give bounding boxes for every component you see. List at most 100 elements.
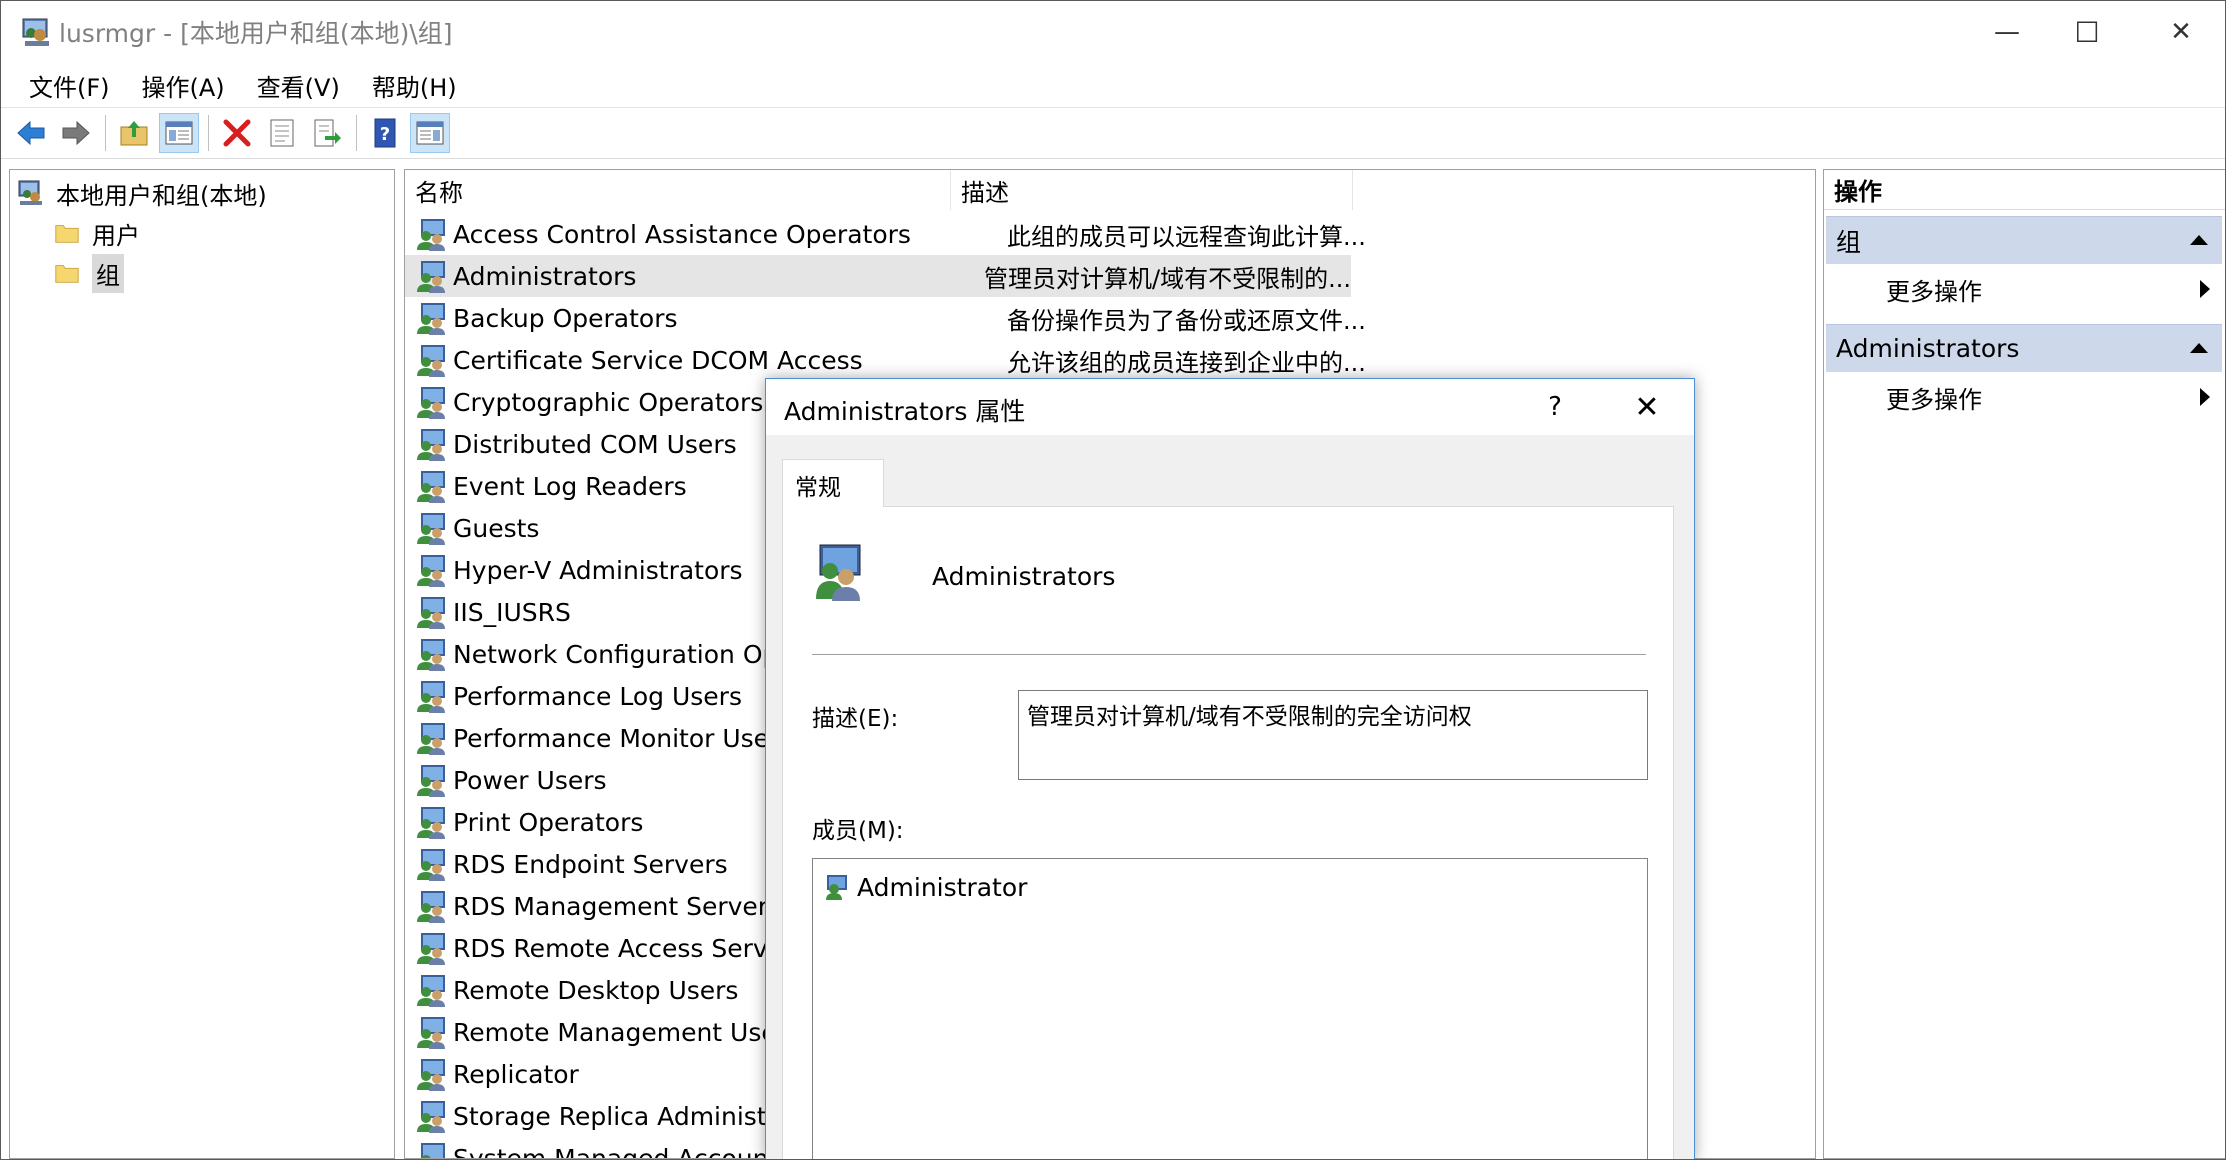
help-icon: ? xyxy=(374,118,396,148)
group-icon xyxy=(417,891,445,923)
back-button[interactable] xyxy=(11,113,51,153)
toolbar-separator xyxy=(105,115,106,151)
group-icon xyxy=(417,765,445,797)
description-label: 描述(E): xyxy=(812,706,899,732)
up-level-button[interactable] xyxy=(114,113,154,153)
collapse-arrow-icon[interactable] xyxy=(2190,343,2208,353)
up-folder-icon xyxy=(120,121,148,146)
export-list-icon xyxy=(314,119,341,147)
toolbar-separator xyxy=(208,115,209,151)
submenu-arrow-icon xyxy=(2200,280,2210,298)
tree-root-label: 本地用户和组(本地) xyxy=(56,181,267,210)
column-header-name[interactable]: 名称 xyxy=(405,170,951,210)
folder-icon xyxy=(52,218,82,248)
group-icon xyxy=(417,555,445,587)
delete-icon xyxy=(223,119,251,147)
group-name-cell: Backup Operators xyxy=(453,303,678,333)
properties-button[interactable] xyxy=(262,113,302,153)
group-row[interactable]: Administrators 管理员对计算机/域有不受限制的... xyxy=(405,255,1351,297)
tree-root[interactable]: 本地用户和组(本地) xyxy=(16,173,267,213)
group-icon xyxy=(417,345,445,377)
window-title: lusrmgr - [本地用户和组(本地)\组] xyxy=(59,19,453,48)
minimize-button[interactable]: — xyxy=(1961,1,2053,63)
more-actions-label: 更多操作 xyxy=(1886,385,1982,414)
group-icon xyxy=(417,429,445,461)
more-actions-administrators[interactable]: 更多操作 xyxy=(1824,374,2225,420)
dialog-close-button[interactable]: ✕ xyxy=(1622,387,1672,427)
member-item[interactable]: Administrator xyxy=(823,869,1027,905)
export-list-button[interactable] xyxy=(307,113,347,153)
tree-pane: 本地用户和组(本地) 用户 组 xyxy=(9,169,395,1159)
group-description-cell: 允许该组的成员连接到企业中的... xyxy=(1007,348,1366,377)
group-icon xyxy=(417,681,445,713)
column-header-description[interactable]: 描述 xyxy=(951,170,1353,210)
group-icon xyxy=(417,975,445,1007)
group-icon xyxy=(417,219,445,251)
collapse-arrow-icon[interactable] xyxy=(2190,235,2208,245)
maximize-button[interactable]: ☐ xyxy=(2041,1,2133,63)
menu-help[interactable]: 帮助(H) xyxy=(356,68,473,103)
menu-view[interactable]: 查看(V) xyxy=(241,68,356,103)
forward-arrow-icon xyxy=(62,120,90,146)
close-button[interactable]: ✕ xyxy=(2135,1,2225,63)
mmc-window: lusrmgr - [本地用户和组(本地)\组] — ☐ ✕ 文件(F) 操作(… xyxy=(0,0,2226,1160)
members-list[interactable]: Administrator xyxy=(812,858,1648,1159)
actions-section-label: 组 xyxy=(1836,227,1862,257)
show-hide-action-pane-icon xyxy=(416,121,444,145)
group-description-cell: 管理员对计算机/域有不受限制的... xyxy=(984,264,1351,293)
toolbar: ? xyxy=(1,107,2225,159)
more-actions-label: 更多操作 xyxy=(1886,277,1982,306)
group-name-cell: Administrators xyxy=(453,261,637,291)
toolbar-separator xyxy=(356,115,357,151)
folder-icon xyxy=(52,258,82,288)
tree-item-users[interactable]: 用户 xyxy=(52,213,140,253)
more-actions-groups[interactable]: 更多操作 xyxy=(1824,266,2225,312)
svg-text:?: ? xyxy=(380,124,390,145)
delete-button[interactable] xyxy=(217,113,257,153)
group-icon xyxy=(816,544,861,601)
group-icon xyxy=(421,1143,445,1158)
group-icon xyxy=(417,1017,445,1049)
group-icon xyxy=(417,849,445,881)
group-icon xyxy=(417,387,445,419)
description-field[interactable]: 管理员对计算机/域有不受限制的完全访问权 xyxy=(1018,690,1648,780)
back-arrow-icon xyxy=(17,120,45,146)
group-icon xyxy=(417,933,445,965)
group-name: Administrators xyxy=(932,562,1116,591)
show-hide-tree-icon xyxy=(165,121,193,145)
group-icon xyxy=(417,1059,445,1091)
menu-action[interactable]: 操作(A) xyxy=(126,68,241,103)
dialog-help-button[interactable]: ? xyxy=(1530,387,1580,427)
user-icon xyxy=(826,875,847,900)
dialog-title: Administrators 属性 xyxy=(784,397,1026,426)
tree-item-groups[interactable]: 组 xyxy=(52,253,124,293)
actions-title: 操作 xyxy=(1824,170,2225,210)
actions-section-administrators[interactable]: Administrators xyxy=(1826,324,2222,372)
member-name: Administrator xyxy=(857,872,1028,902)
group-row[interactable]: Backup Operators 备份操作员为了备份或还原文件... xyxy=(405,297,1366,339)
menu-file[interactable]: 文件(F) xyxy=(13,68,126,103)
group-icon xyxy=(417,597,445,629)
group-icon xyxy=(417,471,445,503)
computer-users-icon xyxy=(16,178,46,208)
group-icon xyxy=(417,303,445,335)
group-row[interactable]: Certificate Service DCOM Access 允许该组的成员连接… xyxy=(405,339,1366,381)
submenu-arrow-icon xyxy=(2200,388,2210,406)
forward-button[interactable] xyxy=(56,113,96,153)
title-bar: lusrmgr - [本地用户和组(本地)\组] — ☐ ✕ xyxy=(1,1,2225,63)
show-hide-action-pane-button[interactable] xyxy=(410,113,450,153)
group-description-cell: 此组的成员可以远程查询此计算... xyxy=(1007,222,1366,251)
actions-section-groups[interactable]: 组 xyxy=(1826,216,2222,264)
group-row[interactable]: Access Control Assistance Operators 此组的成员… xyxy=(405,213,1366,255)
group-description-cell: 备份操作员为了备份或还原文件... xyxy=(1007,306,1366,335)
group-icon xyxy=(417,261,445,293)
tree-item-groups-label: 组 xyxy=(92,253,124,293)
properties-dialog: Administrators 属性 ? ✕ 常规 Administrators … xyxy=(765,378,1695,1159)
help-button[interactable]: ? xyxy=(365,113,405,153)
group-icon xyxy=(417,639,445,671)
group-icon xyxy=(417,723,445,755)
show-hide-tree-button[interactable] xyxy=(159,113,199,153)
tab-general[interactable]: 常规 xyxy=(782,459,884,507)
members-label: 成员(M): xyxy=(812,818,904,844)
group-name-cell: Certificate Service DCOM Access xyxy=(453,345,863,375)
